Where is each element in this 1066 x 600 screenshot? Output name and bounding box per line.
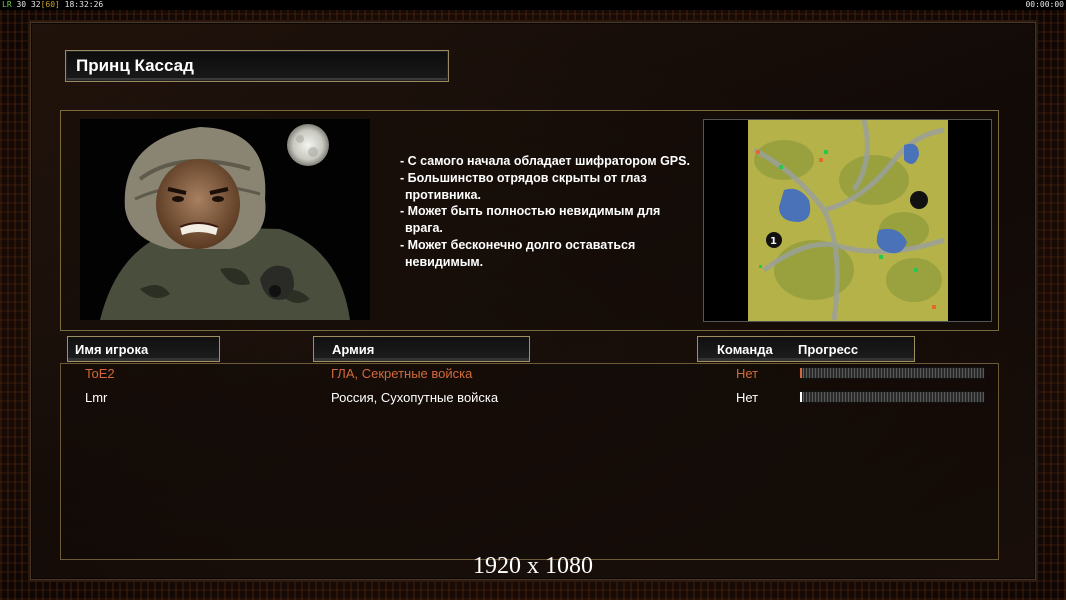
progress-fill xyxy=(800,368,802,378)
fps-value: 30 xyxy=(16,0,27,9)
header-player-name[interactable]: Имя игрока xyxy=(67,336,220,362)
general-portrait xyxy=(80,119,370,320)
player-army: Россия, Сухопутные войска xyxy=(331,390,499,405)
general-name: Принц Кассад xyxy=(76,56,194,75)
hud-bar: LR 30 32[60] 18:32:26 00:00:00 xyxy=(0,0,1066,10)
fps-cap: [60] xyxy=(40,0,60,9)
progress-bar xyxy=(799,367,985,379)
hud-timer: 00:00:00 xyxy=(1025,0,1064,9)
header-team-label[interactable]: Команда xyxy=(717,342,773,357)
fps-max: 32 xyxy=(30,0,41,9)
fps-label: LR xyxy=(2,0,12,9)
description-line: - Может быть полностью невидимым для вра… xyxy=(400,204,661,236)
hud-clock: 18:32:26 xyxy=(64,0,104,9)
progress-fill xyxy=(800,392,802,402)
description-line: - С самого начала обладает шифратором GP… xyxy=(400,154,690,168)
resolution-label: 1920 x 1080 xyxy=(473,553,593,579)
header-progress-label[interactable]: Прогресс xyxy=(798,342,858,357)
header-army[interactable]: Армия xyxy=(313,336,530,362)
general-description: - С самого начала обладает шифратором GP… xyxy=(395,153,695,271)
portrait-image xyxy=(80,119,370,320)
header-team-progress: Команда Прогресс xyxy=(697,336,915,362)
description-line: - Может бесконечно долго оставаться неви… xyxy=(400,237,636,269)
player-name: Lmr xyxy=(85,390,108,405)
general-title-box: Принц Кассад xyxy=(65,50,449,82)
header-army-label: Армия xyxy=(332,342,375,357)
header-player-name-label: Имя игрока xyxy=(75,342,149,357)
start-marker-1: 1 xyxy=(770,236,777,247)
player-name: ToE2 xyxy=(85,366,115,381)
description-line: - Большинство отрядов скрыты от глаз про… xyxy=(400,170,647,202)
player-army: ГЛА, Секретные войска xyxy=(331,366,473,381)
hud-fps: LR 30 32[60] 18:32:26 xyxy=(2,0,103,9)
map-image: 1 xyxy=(704,120,991,321)
progress-bar xyxy=(799,391,985,403)
map-preview: 1 xyxy=(703,119,992,322)
player-team: Нет xyxy=(736,366,759,381)
player-team: Нет xyxy=(736,390,759,405)
